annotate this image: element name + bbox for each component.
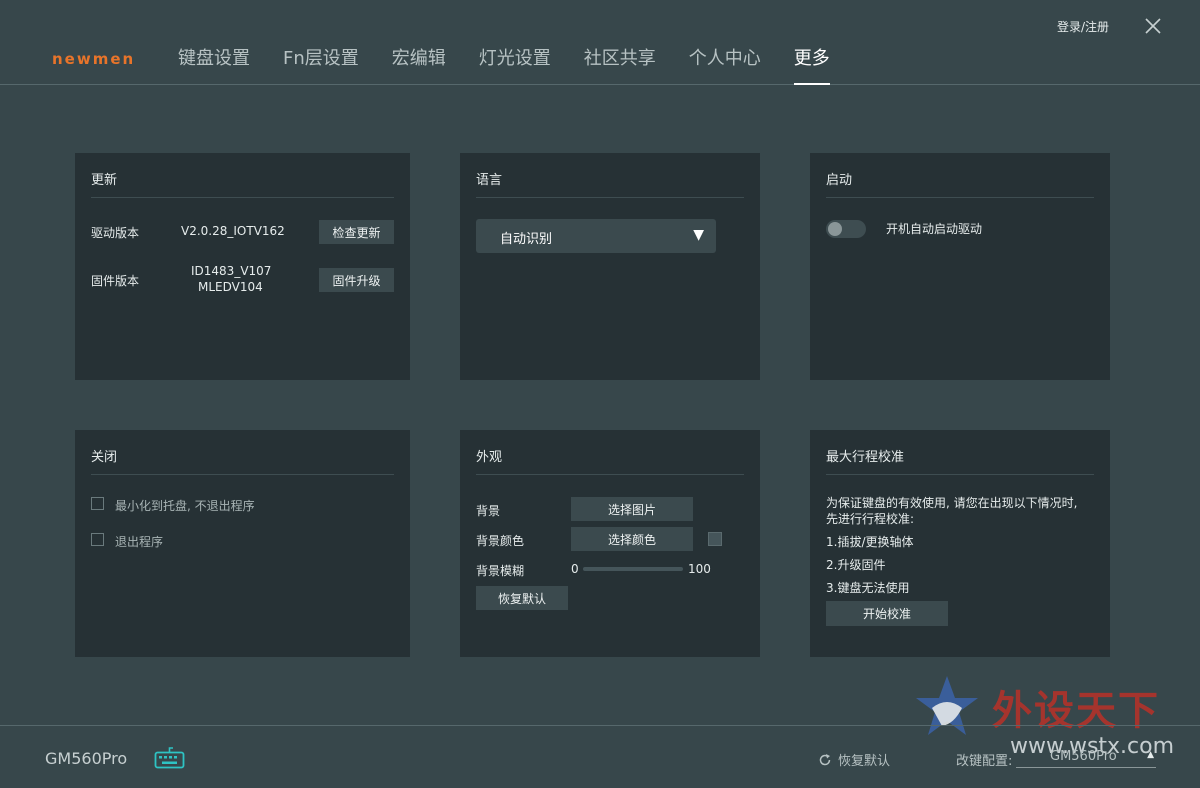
tab-fn-layer[interactable]: Fn层设置 xyxy=(283,44,359,85)
background-label: 背景 xyxy=(476,504,501,518)
triangle-down-icon: ▼ xyxy=(693,227,704,243)
brand-logo: newmen xyxy=(52,50,136,68)
tab-more[interactable]: 更多 xyxy=(793,44,830,85)
calibration-item: 3.键盘无法使用 xyxy=(826,581,910,595)
color-swatch[interactable] xyxy=(708,532,722,546)
calibration-item: 1.插拔/更换轴体 xyxy=(826,535,914,549)
keyboard-icon[interactable] xyxy=(154,746,185,770)
tab-keyboard-settings[interactable]: 键盘设置 xyxy=(178,44,250,85)
divider xyxy=(476,197,744,198)
key-config-value: GM560Pro xyxy=(1050,749,1117,764)
divider xyxy=(91,474,394,475)
exit-program-label: 退出程序 xyxy=(115,535,164,549)
appearance-card: 外观 背景 选择图片 背景颜色 选择颜色 背景模糊 0 100 恢复默认 xyxy=(460,430,760,657)
language-select[interactable]: 自动识别 ▼ xyxy=(476,219,716,253)
top-bar: newmen 键盘设置 Fn层设置 宏编辑 灯光设置 社区共享 个人中心 更多 … xyxy=(0,0,1200,85)
background-blur-label: 背景模糊 xyxy=(476,564,525,578)
refresh-icon xyxy=(819,753,831,765)
main-nav: 键盘设置 Fn层设置 宏编辑 灯光设置 社区共享 个人中心 更多 xyxy=(178,44,863,85)
background-color-label: 背景颜色 xyxy=(476,534,525,548)
divider xyxy=(476,474,744,475)
firmware-upgrade-button[interactable]: 固件升级 xyxy=(319,268,394,292)
card-title: 语言 xyxy=(476,173,503,188)
firmware-version-label: 固件版本 xyxy=(91,274,140,288)
close-behavior-card: 关闭 最小化到托盘, 不退出程序 退出程序 xyxy=(75,430,410,657)
start-calibration-button[interactable]: 开始校准 xyxy=(826,601,948,626)
firmware-version-line1: ID1483_V107 xyxy=(191,264,272,278)
driver-version-label: 驱动版本 xyxy=(91,226,140,240)
login-link[interactable]: 登录/注册 xyxy=(1057,18,1109,35)
card-title: 更新 xyxy=(91,173,118,188)
autostart-toggle[interactable] xyxy=(826,220,866,238)
tab-profile[interactable]: 个人中心 xyxy=(689,44,761,85)
divider xyxy=(826,474,1094,475)
choose-color-button[interactable]: 选择颜色 xyxy=(571,527,693,551)
autostart-label: 开机自动启动驱动 xyxy=(886,222,983,236)
minimize-to-tray-label: 最小化到托盘, 不退出程序 xyxy=(115,499,255,513)
restore-default-label: 恢复默认 xyxy=(838,754,891,769)
tab-lighting[interactable]: 灯光设置 xyxy=(479,44,551,85)
key-config-select[interactable]: GM560Pro ▲ xyxy=(1016,748,1156,768)
card-title: 启动 xyxy=(826,173,853,188)
check-update-button[interactable]: 检查更新 xyxy=(319,220,394,244)
tab-macro-editor[interactable]: 宏编辑 xyxy=(392,44,446,85)
calibration-desc-line2: 先进行行程校准: xyxy=(826,512,915,526)
calibration-card: 最大行程校准 为保证键盘的有效使用, 请您在出现以下情况时, 先进行行程校准: … xyxy=(810,430,1110,657)
triangle-up-icon: ▲ xyxy=(1147,750,1154,760)
exit-program-checkbox[interactable] xyxy=(91,533,104,546)
device-model: GM560Pro xyxy=(45,749,128,768)
close-icon[interactable] xyxy=(1142,15,1164,37)
blur-min-value: 0 xyxy=(571,562,579,576)
language-card: 语言 自动识别 ▼ xyxy=(460,153,760,380)
footer-restore-default[interactable]: 恢复默认 xyxy=(818,750,890,769)
divider xyxy=(91,197,394,198)
driver-version-value: V2.0.28_IOTV162 xyxy=(181,224,285,238)
language-selected: 自动识别 xyxy=(500,232,553,247)
key-config-label: 改键配置: xyxy=(956,754,1013,769)
calibration-item: 2.升级固件 xyxy=(826,558,886,572)
firmware-version-line2: MLEDV104 xyxy=(198,280,263,294)
toggle-knob xyxy=(828,222,842,236)
calibration-desc-line1: 为保证键盘的有效使用, 请您在出现以下情况时, xyxy=(826,496,1078,510)
restore-default-button[interactable]: 恢复默认 xyxy=(476,586,568,610)
minimize-to-tray-checkbox[interactable] xyxy=(91,497,104,510)
startup-card: 启动 开机自动启动驱动 xyxy=(810,153,1110,380)
update-card: 更新 驱动版本 V2.0.28_IOTV162 检查更新 固件版本 ID1483… xyxy=(75,153,410,380)
blur-max-value: 100 xyxy=(688,562,711,576)
blur-slider[interactable] xyxy=(583,567,683,571)
tab-community[interactable]: 社区共享 xyxy=(584,44,656,85)
card-title: 关闭 xyxy=(91,450,118,465)
card-title: 最大行程校准 xyxy=(826,450,905,465)
choose-image-button[interactable]: 选择图片 xyxy=(571,497,693,521)
footer-bar: GM560Pro 恢复默认 改键配置: GM560Pro ▲ xyxy=(0,725,1200,788)
divider xyxy=(826,197,1094,198)
card-title: 外观 xyxy=(476,450,503,465)
